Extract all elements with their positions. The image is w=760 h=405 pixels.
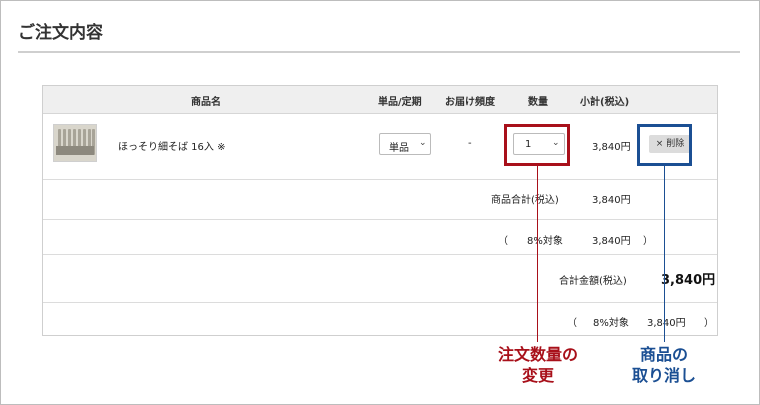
remove-item-line1: 商品の	[639, 345, 688, 364]
title-divider	[18, 51, 740, 53]
item-subtotal: 3,840円	[592, 142, 631, 153]
header-subtotal: 小計(税込)	[580, 97, 630, 108]
tax2-rate-label: 8%対象	[593, 318, 629, 329]
quantity-callout-line	[537, 166, 538, 342]
product-name[interactable]: ほっそり細そば 16入 ※	[118, 138, 225, 153]
tax-paren-open: （	[498, 236, 508, 247]
product-thumbnail[interactable]	[53, 124, 97, 162]
quantity-highlight-box	[504, 124, 570, 166]
quantity-change-line1: 注文数量の	[497, 345, 578, 364]
tax-paren-close: ）	[643, 236, 653, 247]
header-product: 商品名	[191, 97, 221, 108]
header-type: 単品/定期	[378, 97, 422, 108]
row-divider	[43, 302, 717, 303]
tax-value: 3,840円	[592, 236, 631, 247]
tax-rate-label: 8%対象	[527, 236, 563, 247]
remove-item-line2: 取り消し	[631, 366, 696, 385]
product-total-label: 商品合計(税込)	[491, 195, 559, 206]
page-title: ご注文内容	[18, 23, 103, 43]
tax2-value: 3,840円	[647, 318, 686, 329]
quantity-change-label: 注文数量の 変更	[478, 344, 598, 386]
table-header: 商品名 単品/定期 お届け頻度 数量 小計(税込)	[43, 86, 717, 114]
row-divider	[43, 219, 717, 220]
frequency-value: -	[468, 138, 472, 149]
type-select[interactable]: 単品 ⌄	[379, 133, 431, 155]
order-table: 商品名 単品/定期 お届け頻度 数量 小計(税込) ほっそり細そば 16入 ※ …	[42, 85, 718, 336]
tax2-paren-close: ）	[704, 318, 714, 329]
product-total-value: 3,840円	[592, 195, 631, 206]
delete-highlight-box	[637, 124, 692, 166]
header-frequency: お届け頻度	[445, 97, 495, 108]
row-divider	[43, 254, 717, 255]
chevron-down-icon: ⌄	[419, 138, 427, 148]
tax2-paren-open: （	[567, 318, 577, 329]
grand-total-value: 3,840円	[661, 273, 716, 288]
type-select-value: 単品	[389, 143, 409, 154]
row-divider	[43, 179, 717, 180]
header-quantity: 数量	[528, 97, 548, 108]
quantity-change-line2: 変更	[521, 366, 554, 385]
grand-total-label: 合計金額(税込)	[559, 276, 627, 287]
delete-callout-line	[664, 166, 665, 342]
remove-item-label: 商品の 取り消し	[612, 344, 716, 386]
